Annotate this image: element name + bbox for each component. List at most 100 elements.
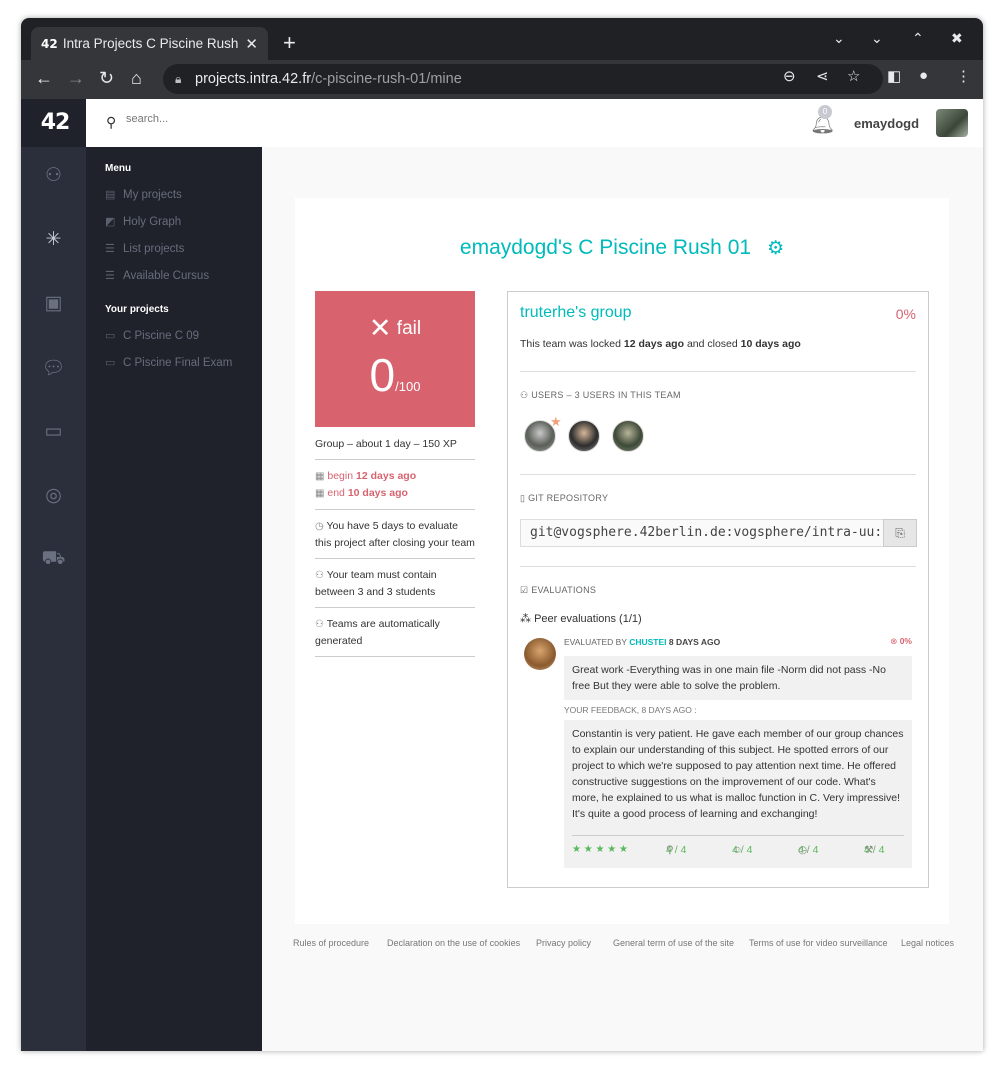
project-item-c09[interactable]: ▭ C Piscine C 09	[105, 329, 262, 343]
search-icon: ⚲	[106, 114, 117, 130]
footer-link-legal[interactable]: Legal notices	[901, 938, 954, 948]
profile-icon[interactable]: ●	[919, 67, 928, 84]
compass-icon[interactable]: ◎	[21, 484, 86, 507]
evaluation-percent-value: 0%	[899, 636, 912, 646]
browser-tab[interactable]: 42 Intra Projects C Piscine Rush 01 ✕	[31, 27, 268, 60]
new-tab-icon[interactable]: +	[283, 30, 296, 56]
footer-link-terms[interactable]: General term of use of the site	[613, 938, 734, 948]
menu-item-holy-graph[interactable]: ◩ Holy Graph	[105, 215, 262, 229]
score-max: /100	[395, 379, 421, 394]
evaluator-login[interactable]: CHUSTEI	[629, 637, 666, 647]
rating-stars: ★ ★ ★ ★ ★	[572, 844, 628, 855]
begin-label: begin	[327, 470, 354, 482]
tab-title: Intra Projects C Piscine Rush 01	[62, 36, 242, 51]
maximize-icon[interactable]: ⌃	[912, 30, 924, 47]
minimize-icon[interactable]: ⌄	[871, 30, 883, 47]
score-row: 0/100	[315, 348, 475, 402]
document-icon: ▯	[520, 493, 526, 503]
team-percent: 0%	[895, 306, 916, 322]
users-icon: ⚇	[315, 570, 324, 581]
projects-graph-icon[interactable]: ✳	[21, 228, 86, 251]
evaluated-by-prefix: EVALUATED BY	[564, 637, 627, 647]
status-row: ✕ fail	[315, 313, 475, 344]
users-icon: ⚇	[315, 619, 324, 630]
team-panel: truterhe's group 0% This team was locked…	[507, 291, 929, 888]
calendar-icon: ▦	[315, 488, 325, 499]
logo-42[interactable]: 42	[35, 108, 75, 138]
gear-icon[interactable]: ⚙	[767, 238, 784, 259]
footer-link-cookies[interactable]: Declaration on the use of cookies	[387, 938, 520, 948]
address-bar[interactable]: 🔒︎ projects.intra.42.fr /c-piscine-rush-…	[163, 64, 883, 94]
project-title: emaydogd's C Piscine Rush 01	[459, 236, 752, 259]
top-bar: ⚲ 🔔︎0 emaydogd	[86, 99, 983, 147]
evaluation-percent: ⊗ 0%	[890, 636, 912, 647]
profile-nav-icon[interactable]: ⚇	[21, 164, 86, 187]
evaluate-note: ◷ You have 5 days to evaluate this proje…	[315, 518, 475, 559]
close-tab-icon[interactable]: ✕	[245, 35, 258, 53]
peer-network-icon: ⁂	[520, 613, 531, 625]
forum-icon[interactable]: 💬︎	[21, 356, 86, 380]
elearning-icon[interactable]: ▣	[21, 292, 86, 315]
username[interactable]: emaydogd	[854, 116, 919, 131]
status-text: fail	[396, 318, 422, 339]
tab-search-icon[interactable]: ⌄	[833, 30, 845, 47]
favicon-icon: 42	[41, 36, 58, 51]
share-icon[interactable]: ⋖	[816, 67, 829, 85]
team-name[interactable]: truterhe's group	[520, 304, 632, 322]
evaluations-heading: ☑ EVALUATIONS	[520, 585, 596, 596]
footer-link-video[interactable]: Terms of use for video surveillance	[749, 938, 888, 948]
fail-x-icon: ✕	[368, 313, 392, 343]
footer-link-privacy[interactable]: Privacy policy	[536, 938, 591, 948]
score-box: ✕ fail 0/100	[315, 291, 475, 427]
notification-count-badge: 0	[818, 105, 832, 119]
side-panel-icon[interactable]: ◧	[887, 67, 901, 85]
users-heading-text: USERS – 3 USERS IN THIS TEAM	[531, 390, 681, 400]
user-avatar[interactable]	[936, 109, 968, 137]
end-value: 10 days ago	[347, 487, 408, 499]
clipboard-icon: ⎘	[895, 526, 905, 540]
zoom-icon[interactable]: ⊖	[783, 67, 796, 85]
folder-icon: ▭	[105, 330, 116, 342]
more-menu-icon[interactable]: ⋮	[956, 67, 971, 85]
evaluation-time: 8 DAYS AGO	[668, 637, 721, 647]
briefcase-icon: ▤	[105, 189, 116, 201]
team-member-avatar[interactable]	[612, 420, 644, 452]
companies-icon[interactable]: ▭	[21, 420, 86, 443]
leader-star-icon: ★	[550, 414, 562, 429]
closed-prefix: and closed	[686, 338, 738, 350]
evaluator-avatar[interactable]	[524, 638, 556, 670]
divider	[520, 566, 916, 567]
menu-item-list-projects[interactable]: ☰ List projects	[105, 242, 262, 256]
users-heading: ⚇ USERS – 3 USERS IN THIS TEAM	[520, 390, 681, 401]
git-heading: ▯ GIT REPOSITORY	[520, 493, 608, 504]
menu-item-label: Holy Graph	[123, 215, 182, 228]
browser-window: 42 Intra Projects C Piscine Rush 01 ✕ + …	[21, 18, 983, 1051]
menu-item-available-cursus[interactable]: ☰ Available Cursus	[105, 269, 262, 283]
menu-item-label: List projects	[123, 242, 185, 255]
evaluations-heading-text: EVALUATIONS	[531, 585, 597, 595]
notifications-bell-icon[interactable]: 🔔︎ 0	[810, 105, 835, 136]
divider	[572, 835, 904, 836]
evaluate-note-text: You have 5 days to evaluate this project…	[315, 520, 475, 549]
git-url-field[interactable]: git@vogsphere.42berlin.de:vogsphere/intr…	[520, 519, 884, 547]
home-icon[interactable]: ⌂	[131, 68, 142, 89]
forward-icon[interactable]: →	[67, 68, 85, 89]
locked-prefix: This team was locked	[520, 338, 621, 350]
team-member-avatar[interactable]	[568, 420, 600, 452]
search-input[interactable]	[126, 113, 326, 125]
project-item-final-exam[interactable]: ▭ C Piscine Final Exam	[105, 356, 262, 370]
copy-button[interactable]: ⎘	[883, 519, 917, 547]
reload-icon[interactable]: ↻	[99, 68, 114, 89]
bookmark-star-icon[interactable]: ☆	[847, 67, 860, 85]
footer-link-rules[interactable]: Rules of procedure	[293, 938, 369, 948]
your-projects-heading: Your projects	[105, 304, 169, 315]
back-icon[interactable]: ←	[35, 68, 53, 89]
menu-item-my-projects[interactable]: ▤ My projects	[105, 188, 262, 202]
project-info-column: Group – about 1 day – 150 XP ▦ begin 12 …	[315, 436, 475, 665]
folder-icon: ▭	[105, 357, 116, 369]
menu-item-label: My projects	[123, 188, 182, 201]
locked-when: 12 days ago	[623, 338, 685, 350]
shop-icon[interactable]: ⛟	[21, 548, 86, 572]
project-item-label: C Piscine C 09	[123, 329, 200, 342]
close-window-icon[interactable]: ✖	[951, 30, 963, 47]
